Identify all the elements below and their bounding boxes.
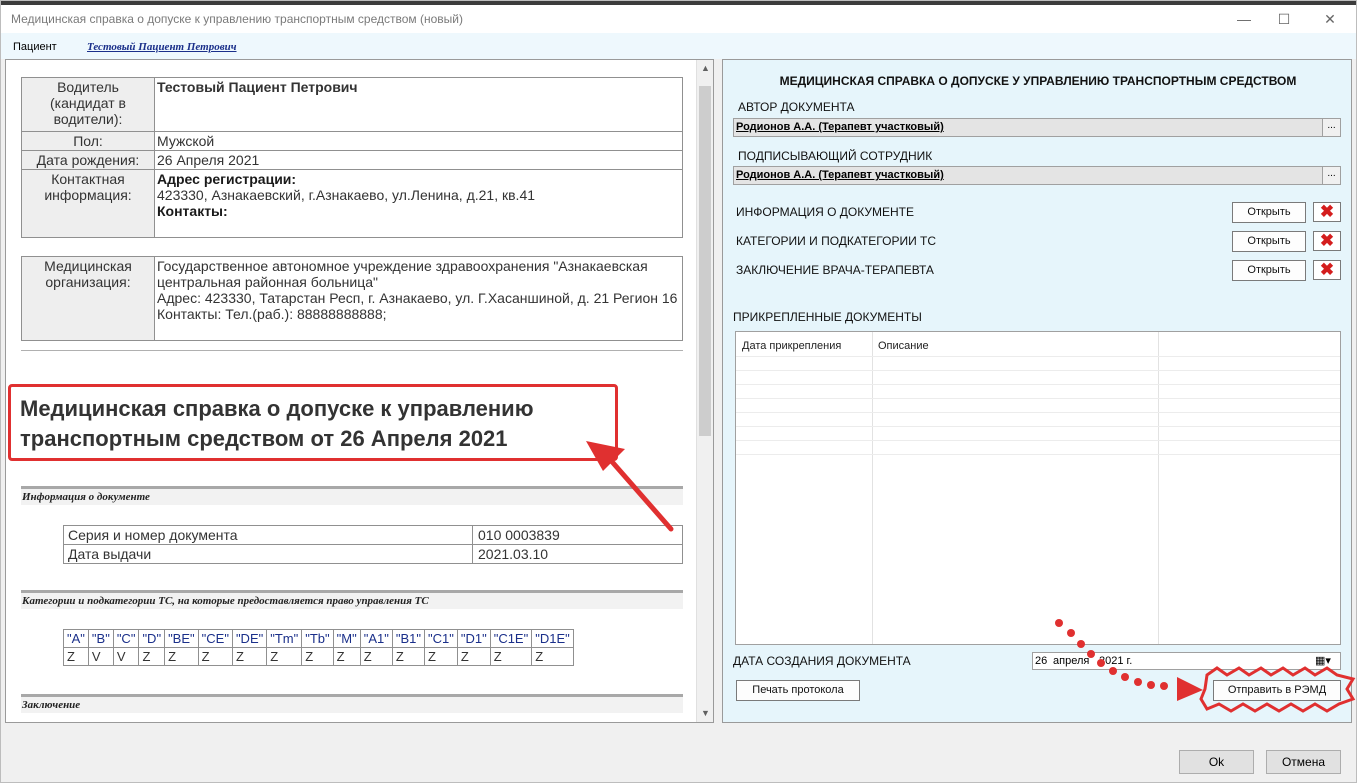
annotation-dot [1097,659,1105,667]
annotation-dot [1109,667,1117,675]
annotation-dot [1087,650,1095,658]
annotation-overlay [586,441,1356,713]
annotation-dot [1160,682,1168,690]
annotation-dot [1147,681,1155,689]
annotation-dot [1067,629,1075,637]
annotation-dot [1055,619,1063,627]
annotation-arrow-line [604,453,674,532]
annotation-dot [1121,673,1129,681]
annotation-dot [1077,640,1085,648]
annotation-arrowhead [1177,677,1203,701]
dialog-window: Медицинская справка о допуске к управлен… [0,0,1357,783]
send-button-highlight [1199,666,1356,713]
annotation-dot [1134,678,1142,686]
